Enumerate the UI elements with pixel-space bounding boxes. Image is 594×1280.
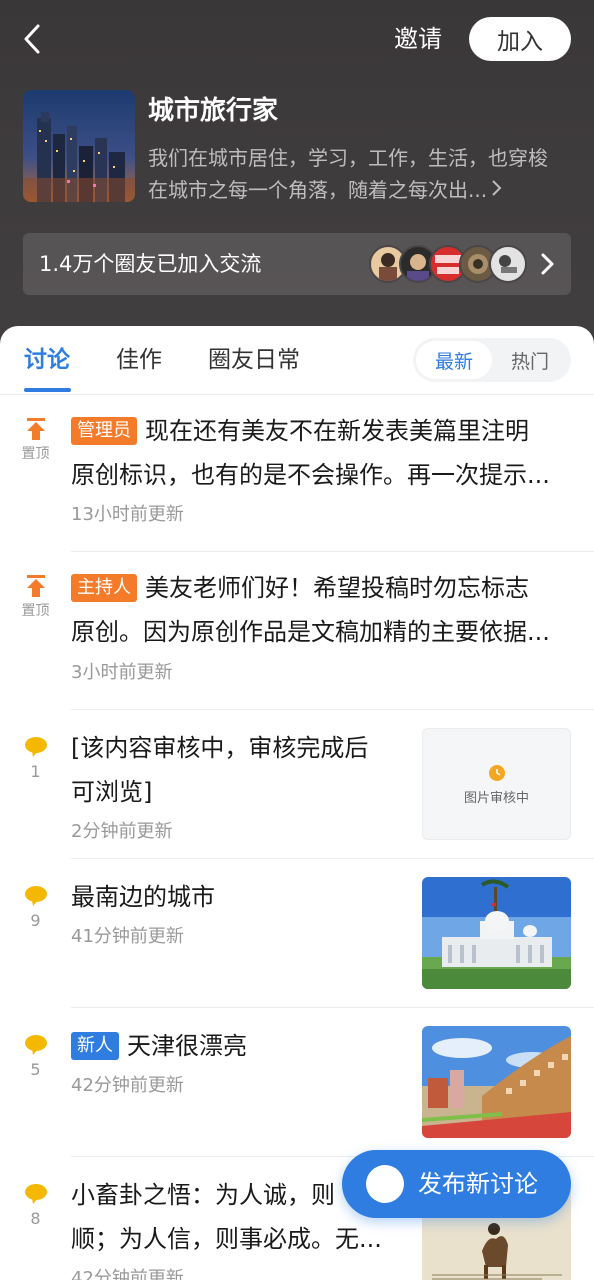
member-avatars <box>369 245 539 283</box>
back-button[interactable] <box>18 22 50 56</box>
group-description[interactable]: 我们在城市居住，学习，工作，生活，也穿梭 在城市之每一个角落，随着之每次出... <box>148 142 568 206</box>
active-tab-indicator <box>24 388 71 392</box>
chevron-right-icon <box>541 253 554 275</box>
post-title-text: 顺；为人信，则事必成。无... <box>71 1225 382 1253</box>
join-button[interactable]: 加入 <box>469 17 571 61</box>
pin-top-icon <box>26 575 45 597</box>
comment-count: 8 <box>0 1183 71 1229</box>
comment-count-label: 1 <box>30 762 41 781</box>
avatar <box>489 245 527 283</box>
tab-discussion[interactable]: 讨论 <box>24 342 70 378</box>
pin-label: 置顶 <box>21 603 50 619</box>
publish-discussion-button[interactable]: 发布新讨论 <box>342 1150 571 1218</box>
sort-latest-button[interactable]: 最新 <box>416 341 492 379</box>
post-title: 最南边的城市 <box>71 875 411 919</box>
list-item[interactable]: 置顶 管理员 现在还有美友不在新发表美篇里注明 原创标识，也有的是不会操作。再一次… <box>0 395 594 552</box>
post-updated-time: 3小时前更新 <box>71 662 173 683</box>
admin-badge: 管理员 <box>71 417 137 445</box>
description-line: 我们在城市居住，学习，工作，生活，也穿梭 <box>148 146 548 170</box>
members-bar[interactable]: 1.4万个圈友已加入交流 <box>23 233 571 295</box>
post-title-text: 天津很漂亮 <box>127 1032 247 1060</box>
post-title-text: 原创标识，也有的是不会操作。再一次提示... <box>71 461 550 489</box>
post-title-text: 现在还有美友不在新发表美篇里注明 <box>145 417 529 445</box>
description-text: 在城市之每一个角落，随着之每次出... <box>148 178 488 202</box>
post-title-text: 美友老师们好！希望投稿时勿忘标志 <box>145 574 529 602</box>
list-item[interactable]: 9 最南边的城市 41分钟前更新 <box>0 859 594 1008</box>
sort-hot-button[interactable]: 热门 <box>492 341 568 379</box>
pin-indicator: 置顶 <box>0 417 71 463</box>
group-header: 邀请 加入 城市旅行家 我们在城市居住，学习，工作，生活，也穿梭 在城市之每一个… <box>0 0 594 360</box>
top-bar: 邀请 加入 <box>0 0 594 80</box>
post-title: 管理员 现在还有美友不在新发表美篇里注明 原创标识，也有的是不会操作。再一次提示.… <box>71 409 576 497</box>
avatar-icon <box>366 1165 404 1203</box>
post-title: 新人 天津很漂亮 <box>71 1024 411 1068</box>
post-updated-time: 42分钟前更新 <box>71 1075 184 1096</box>
list-item[interactable]: 1 [该内容审核中，审核完成后 可浏览] 2分钟前更新 图片审核中 <box>0 710 594 859</box>
chevron-left-icon <box>24 24 40 54</box>
list-item[interactable]: 5 新人 天津很漂亮 42分钟前更新 <box>0 1008 594 1157</box>
description-line: 在城市之每一个角落，随着之每次出... <box>148 174 568 206</box>
clock-icon <box>489 765 505 781</box>
pin-label: 置顶 <box>21 446 50 462</box>
comment-count: 1 <box>0 736 71 782</box>
publish-label: 发布新讨论 <box>418 1170 538 1198</box>
post-title: [该内容审核中，审核完成后 可浏览] <box>71 726 411 814</box>
tab-bar: 讨论 佳作 圈友日常 最新 热门 <box>0 326 594 395</box>
post-title-text: 可浏览] <box>71 778 153 806</box>
post-updated-time: 41分钟前更新 <box>71 926 184 947</box>
post-thumbnail <box>422 1026 571 1138</box>
comment-count-label: 8 <box>30 1209 41 1228</box>
comment-icon <box>24 1035 47 1055</box>
post-updated-time: 13小时前更新 <box>71 504 184 525</box>
list-item[interactable]: 置顶 主持人 美友老师们好！希望投稿时勿忘标志 原创。因为原创作品是文稿加精的主要… <box>0 552 594 710</box>
post-title-text: 最南边的城市 <box>71 883 215 911</box>
host-badge: 主持人 <box>71 574 137 602</box>
post-title-text: 原创。因为原创作品是文稿加精的主要依据... <box>71 618 550 646</box>
comment-icon <box>24 737 47 757</box>
comment-icon <box>24 886 47 906</box>
group-cover-image <box>23 90 135 202</box>
post-thumbnail <box>422 877 571 989</box>
pending-review-text: 图片审核中 <box>463 791 529 806</box>
sort-toggle: 最新 热门 <box>413 338 571 382</box>
newcomer-badge: 新人 <box>71 1032 119 1060</box>
group-title: 城市旅行家 <box>148 96 279 126</box>
members-count-text: 1.4万个圈友已加入交流 <box>39 252 262 276</box>
pin-top-icon <box>26 418 45 440</box>
invite-button[interactable]: 邀请 <box>394 22 442 56</box>
post-updated-time: 42分钟前更新 <box>71 1268 184 1280</box>
post-title-text: [该内容审核中，审核完成后 <box>71 734 369 762</box>
chevron-right-icon <box>492 180 502 196</box>
post-title: 主持人 美友老师们好！希望投稿时勿忘标志 原创。因为原创作品是文稿加精的主要依据.… <box>71 566 576 654</box>
pin-indicator: 置顶 <box>0 574 71 620</box>
comment-count: 9 <box>0 885 71 931</box>
comment-icon <box>24 1184 47 1204</box>
thumbnail-pending: 图片审核中 <box>422 728 571 840</box>
comment-count-label: 9 <box>30 911 41 930</box>
tab-featured[interactable]: 佳作 <box>116 342 162 378</box>
comment-count-label: 5 <box>30 1060 41 1079</box>
post-updated-time: 2分钟前更新 <box>71 821 173 842</box>
comment-count: 5 <box>0 1034 71 1080</box>
tab-member-daily[interactable]: 圈友日常 <box>208 342 300 378</box>
discussion-panel: 讨论 佳作 圈友日常 最新 热门 置顶 管理员 现在还有美友不在新发表美篇里注明 … <box>0 326 594 1280</box>
